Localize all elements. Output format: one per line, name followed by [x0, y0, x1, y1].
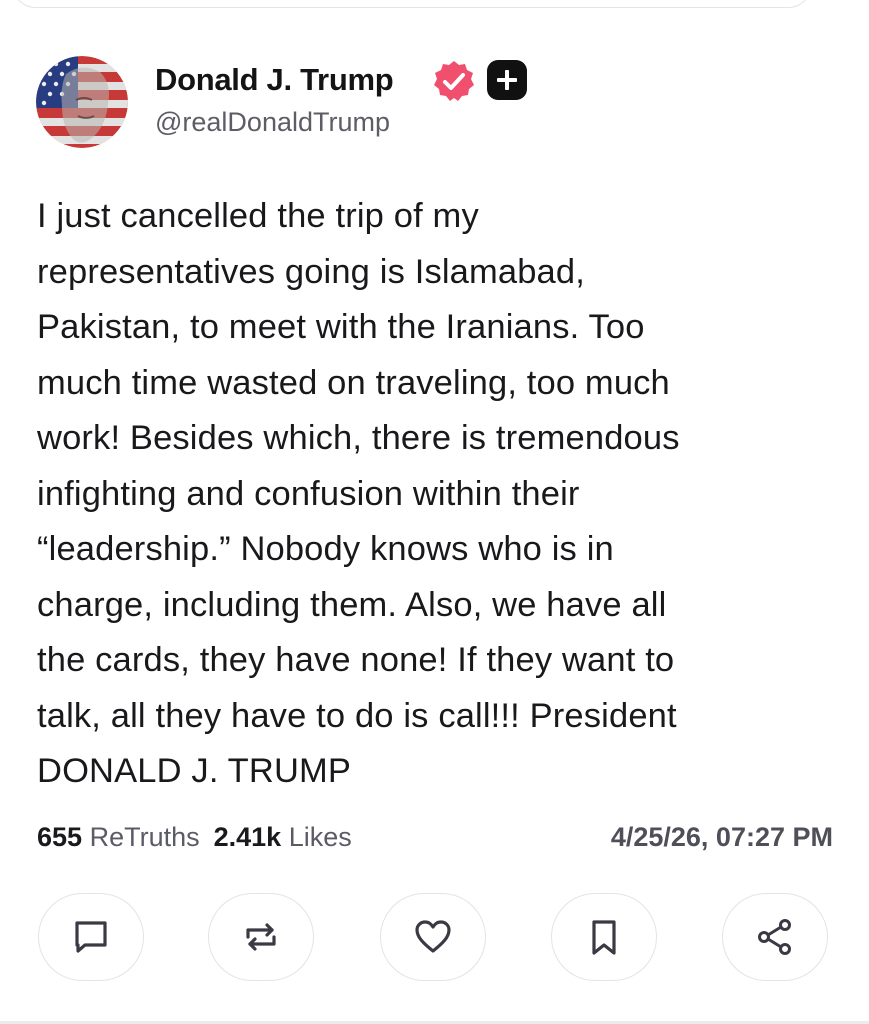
verified-badge-icon — [434, 61, 474, 101]
post-body-line: “leadership.” Nobody knows who is in — [37, 530, 614, 568]
post-timestamp: 4/25/26, 07:27 PM — [610, 822, 833, 852]
likes-count: 2.41k — [213, 822, 282, 852]
post-body-line: Pakistan, to meet with the Iranians. Too — [37, 308, 645, 346]
user-handle[interactable]: @realDonaldTrump — [155, 107, 390, 138]
post-body-line: work! Besides which, there is tremendous — [37, 419, 680, 457]
likes-label: Likes — [288, 822, 352, 852]
post-body-line: infighting and confusion within their — [37, 474, 580, 513]
retruths-label: ReTruths — [89, 822, 200, 852]
truth-plus-icon — [487, 60, 527, 100]
previous-post-card — [12, 0, 812, 8]
like-button[interactable] — [380, 893, 486, 981]
retruths-count: 655 — [37, 822, 83, 852]
post-body-line: DONALD J. TRUMP — [37, 752, 352, 790]
avatar[interactable] — [36, 56, 128, 148]
post-body-line: the cards, they have none! If they want … — [37, 641, 675, 679]
share-button[interactable] — [722, 893, 828, 981]
share-icon — [758, 919, 791, 955]
post-body-line: I just cancelled the trip of my — [37, 197, 479, 235]
heart-icon — [415, 920, 451, 953]
engagement-stats: 655 ReTruths 2.41k Likes — [37, 822, 352, 853]
post-body-line: charge, including them. Also, we have al… — [37, 585, 667, 624]
retruths-stat[interactable]: 655 ReTruths — [37, 822, 200, 852]
retruth-button[interactable] — [208, 893, 314, 981]
comment-icon — [75, 921, 107, 953]
post-body-line: talk, all they have to do is call!!! Pre… — [37, 696, 677, 735]
avatar-image — [36, 56, 128, 148]
bookmark-button[interactable] — [551, 893, 657, 981]
repost-icon — [246, 923, 276, 951]
post-body-line: much time wasted on traveling, too much — [37, 363, 670, 402]
post-body-line: representatives going is Islamabad, — [37, 252, 585, 291]
reply-button[interactable] — [38, 893, 144, 981]
likes-stat[interactable]: 2.41k Likes — [214, 822, 352, 852]
display-name[interactable]: Donald J. Trump — [155, 62, 394, 98]
bookmark-icon — [592, 920, 616, 955]
post-body: I just cancelled the trip of my represen… — [37, 189, 847, 800]
